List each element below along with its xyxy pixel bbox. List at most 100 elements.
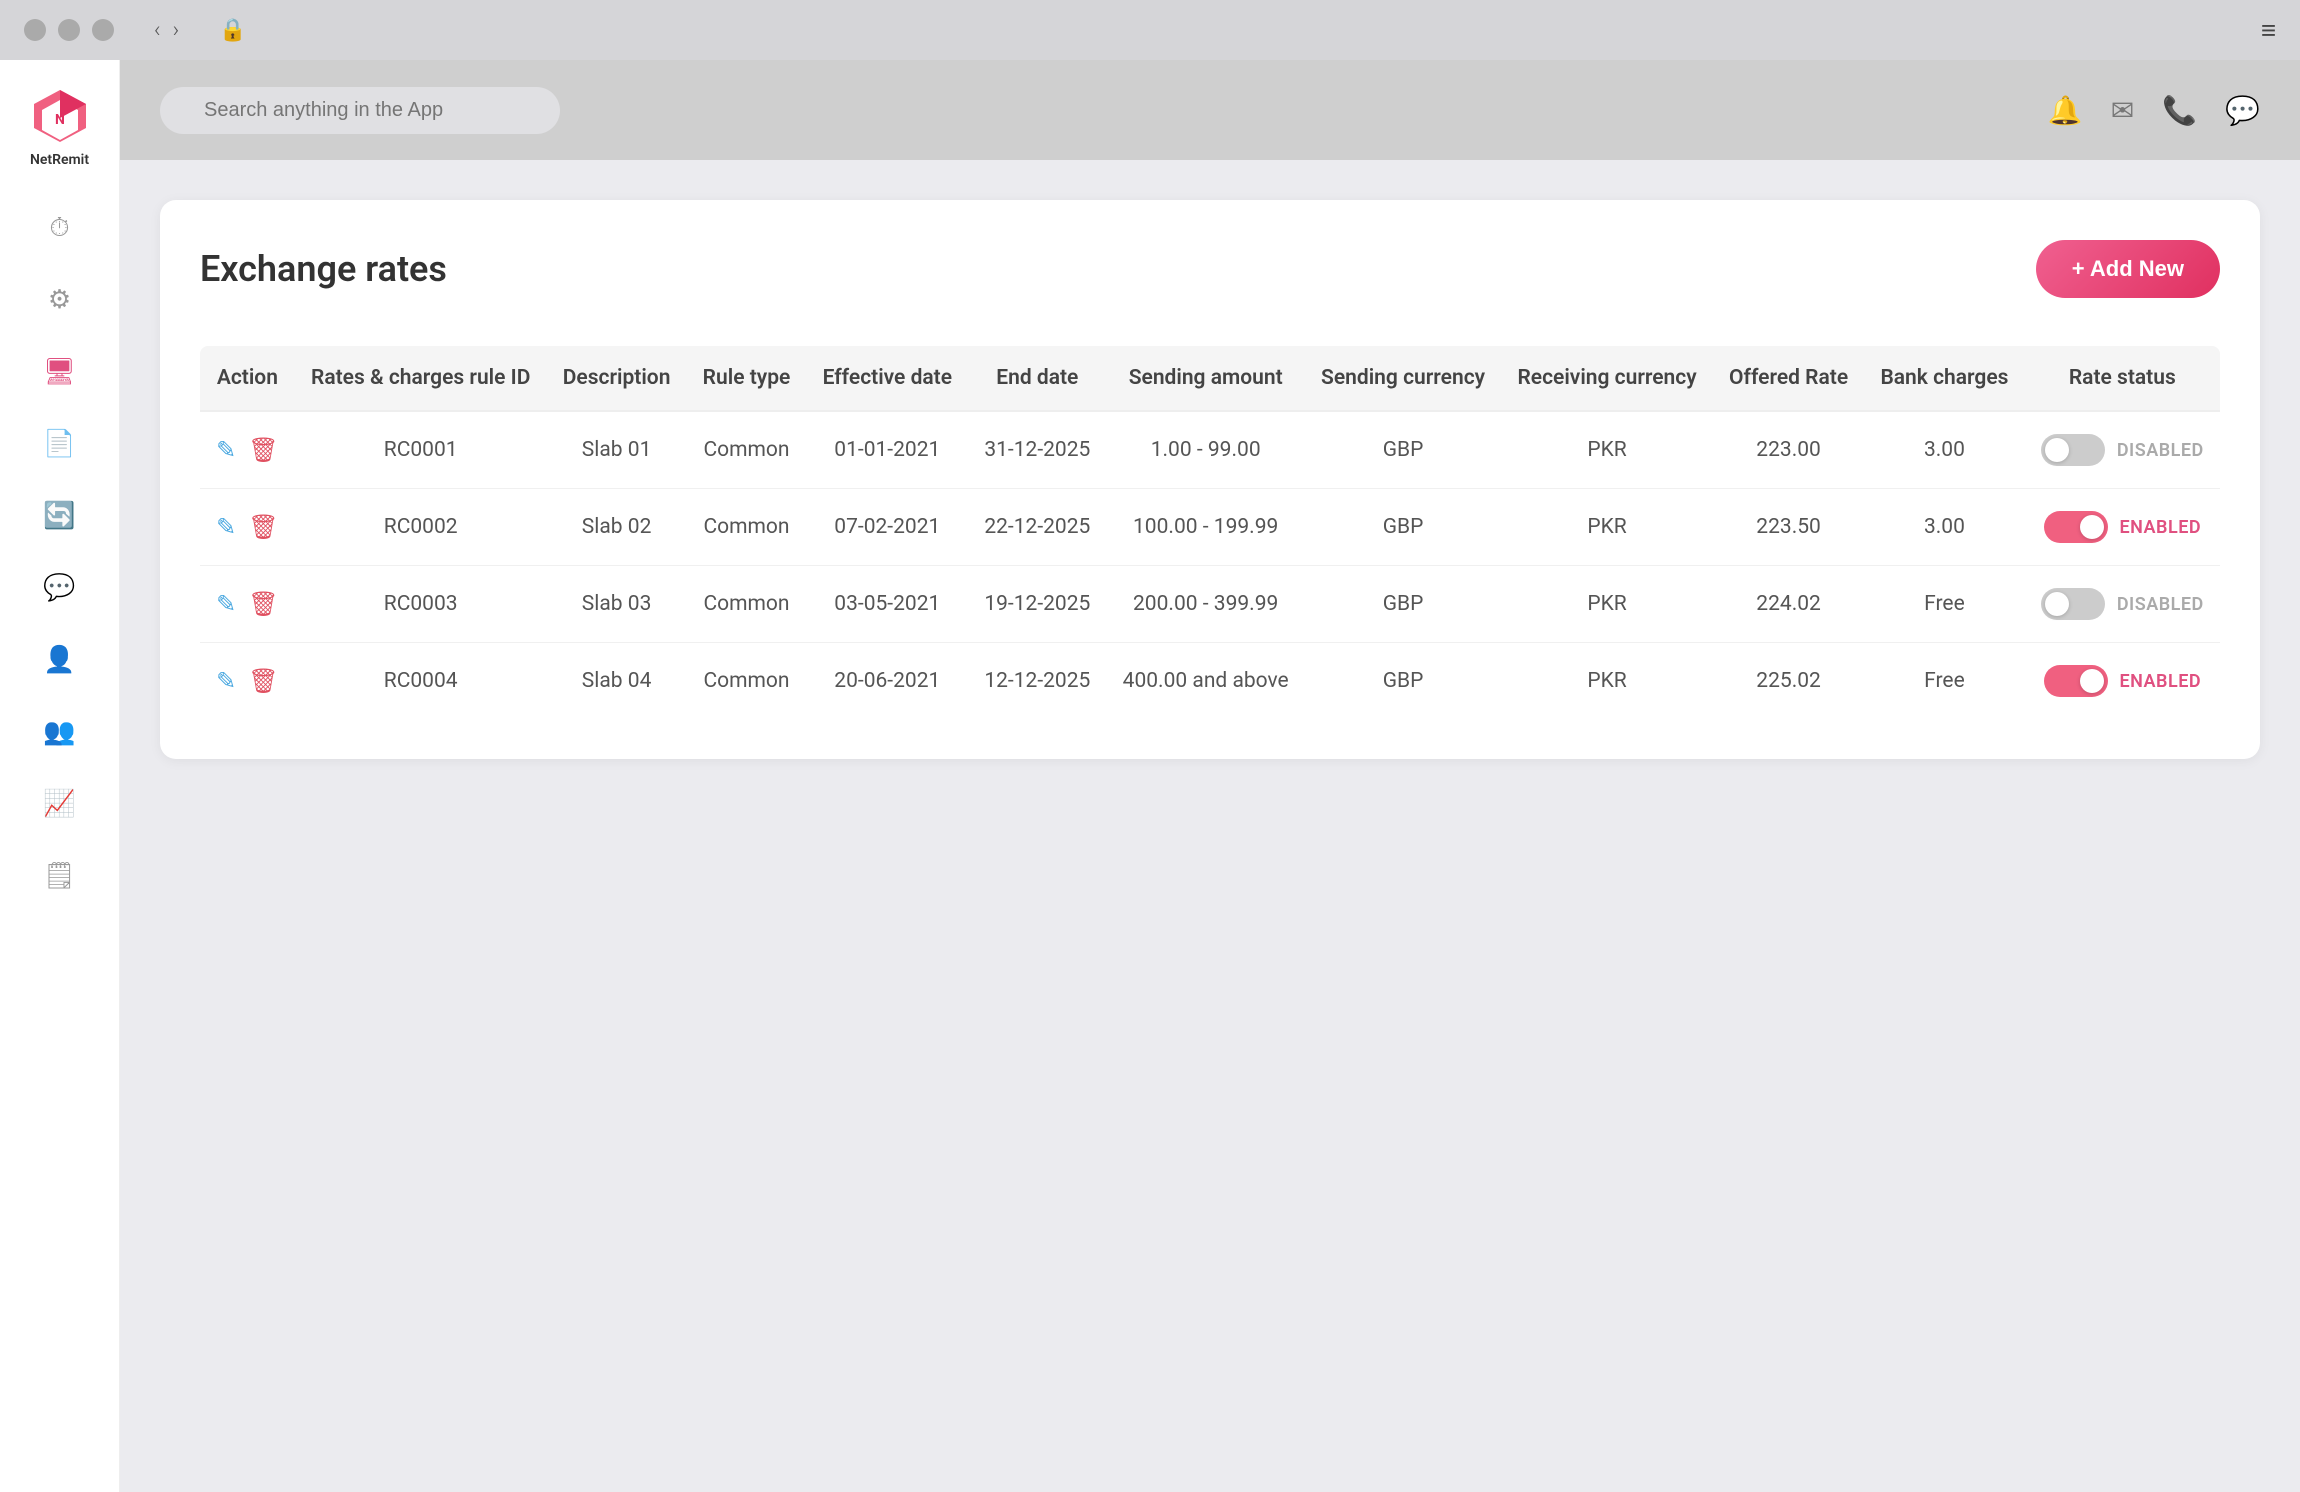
delete-button[interactable]: 🗑 [248,667,278,695]
description-cell-2: Slab 03 [547,566,687,643]
toggle-wrapper[interactable]: DISABLED [2041,434,2204,466]
col-rates-id: Rates & charges rule ID [295,346,547,411]
messages-icon: 💬 [43,573,75,603]
toggle-knob [2080,515,2104,539]
receiving-currency-cell-0: PKR [1501,411,1713,489]
edit-button[interactable]: ✎ [216,590,236,618]
rate-status-toggle[interactable] [2041,434,2105,466]
edit-button[interactable]: ✎ [216,436,236,464]
logo-icon: N [28,84,92,148]
close-button[interactable] [24,19,46,41]
maximize-button[interactable] [92,19,114,41]
forward-arrow[interactable]: › [173,18,180,43]
offered-rate-cell-1: 223.50 [1713,489,1864,566]
rule-id-cell-2: RC0003 [295,566,547,643]
rate-status-label: DISABLED [2117,440,2204,461]
offered-rate-cell-3: 225.02 [1713,643,1864,720]
edit-button[interactable]: ✎ [216,667,236,695]
reports-icon: 🗒 [43,861,76,891]
effective-date-cell-2: 03-05-2021 [806,566,968,643]
exchange-rates-table: Action Rates & charges rule ID Descripti… [200,346,2220,719]
bank-charges-cell-1: 3.00 [1864,489,2024,566]
rate-status-cell-3[interactable]: ENABLED [2025,643,2220,720]
sidebar-item-users[interactable]: 👤 [28,628,92,692]
effective-date-cell-3: 20-06-2021 [806,643,968,720]
col-end-date: End date [968,346,1106,411]
sidebar-item-settings[interactable]: ⚙ [28,268,92,332]
col-bank-charges: Bank charges [1864,346,2024,411]
rule-type-cell-0: Common [687,411,807,489]
mail-icon[interactable]: ✉ [2111,94,2134,127]
toggle-knob [2045,592,2069,616]
page-title: Exchange rates [200,248,447,290]
phone-icon[interactable]: 📞 [2162,94,2197,127]
rule-id-cell-1: RC0002 [295,489,547,566]
page-header: Exchange rates + Add New [200,240,2220,298]
sending-amount-cell-2: 200.00 - 399.99 [1106,566,1304,643]
end-date-cell-3: 12-12-2025 [968,643,1106,720]
rate-status-cell-0[interactable]: DISABLED [2025,411,2220,489]
back-arrow[interactable]: ‹ [154,18,161,43]
rule-id-cell-3: RC0004 [295,643,547,720]
rate-status-cell-1[interactable]: ENABLED [2025,489,2220,566]
rate-status-toggle[interactable] [2044,665,2108,697]
action-icons: ✎ 🗑 [216,436,279,464]
sidebar-item-reports[interactable]: 🗒 [28,844,92,908]
search-input[interactable] [160,87,560,134]
header-bar: 🔍 🔔 ✉ 📞 💬 [120,60,2300,160]
toggle-knob [2045,438,2069,462]
end-date-cell-2: 19-12-2025 [968,566,1106,643]
sidebar-item-documents[interactable]: 📄 [28,412,92,476]
table-row: ✎ 🗑 RC0001Slab 01Common01-01-202131-12-2… [200,411,2220,489]
toggle-wrapper[interactable]: ENABLED [2041,665,2204,697]
rule-id-cell-0: RC0001 [295,411,547,489]
rate-status-cell-2[interactable]: DISABLED [2025,566,2220,643]
rate-status-label: DISABLED [2117,594,2204,615]
delete-button[interactable]: 🗑 [248,590,278,618]
sidebar-item-dashboard[interactable]: ⏱ [28,196,92,260]
rate-status-toggle[interactable] [2044,511,2108,543]
rule-type-cell-1: Common [687,489,807,566]
end-date-cell-0: 31-12-2025 [968,411,1106,489]
minimize-button[interactable] [58,19,80,41]
sidebar-item-team[interactable]: 👥 [28,700,92,764]
col-rule-type: Rule type [687,346,807,411]
sidebar-item-sync[interactable]: 🔄 [28,484,92,548]
effective-date-cell-0: 01-01-2021 [806,411,968,489]
chat-icon[interactable]: 💬 [2225,94,2260,127]
bank-charges-cell-3: Free [1864,643,2024,720]
app-layout: N NetRemit ⏱ ⚙ 🖥 📄 🔄 💬 👤 👥 [0,60,2300,1492]
action-icons: ✎ 🗑 [216,667,279,695]
team-icon: 👥 [43,717,75,747]
logo-area: N NetRemit [28,84,92,168]
add-new-button[interactable]: + Add New [2036,240,2220,298]
sidebar: N NetRemit ⏱ ⚙ 🖥 📄 🔄 💬 👤 👥 [0,60,120,1492]
window-chrome: ‹ › 🔒 ≡ [0,0,2300,60]
sending-currency-cell-3: GBP [1305,643,1501,720]
receiving-currency-cell-3: PKR [1501,643,1713,720]
rule-type-cell-3: Common [687,643,807,720]
sidebar-item-messages[interactable]: 💬 [28,556,92,620]
traffic-lights [24,19,114,41]
toggle-wrapper[interactable]: ENABLED [2041,511,2204,543]
col-receiving-currency: Receiving currency [1501,346,1713,411]
edit-button[interactable]: ✎ [216,513,236,541]
effective-date-cell-1: 07-02-2021 [806,489,968,566]
offered-rate-cell-0: 223.00 [1713,411,1864,489]
exchange-rates-card: Exchange rates + Add New Action Rates & … [160,200,2260,759]
hamburger-menu[interactable]: ≡ [2261,15,2276,46]
toggle-wrapper[interactable]: DISABLED [2041,588,2204,620]
sidebar-item-analytics[interactable]: 📈 [28,772,92,836]
exchange-icon: 🖥 [43,357,76,387]
rate-status-toggle[interactable] [2041,588,2105,620]
sidebar-item-exchange[interactable]: 🖥 [28,340,92,404]
sending-currency-cell-0: GBP [1305,411,1501,489]
main-content: 🔍 🔔 ✉ 📞 💬 Exchange rates + Add New [120,60,2300,1492]
delete-button[interactable]: 🗑 [248,436,278,464]
rule-type-cell-2: Common [687,566,807,643]
notification-icon[interactable]: 🔔 [2048,94,2083,127]
col-rate-status: Rate status [2025,346,2220,411]
delete-button[interactable]: 🗑 [248,513,278,541]
rate-status-label: ENABLED [2120,671,2202,692]
rate-status-label: ENABLED [2120,517,2202,538]
